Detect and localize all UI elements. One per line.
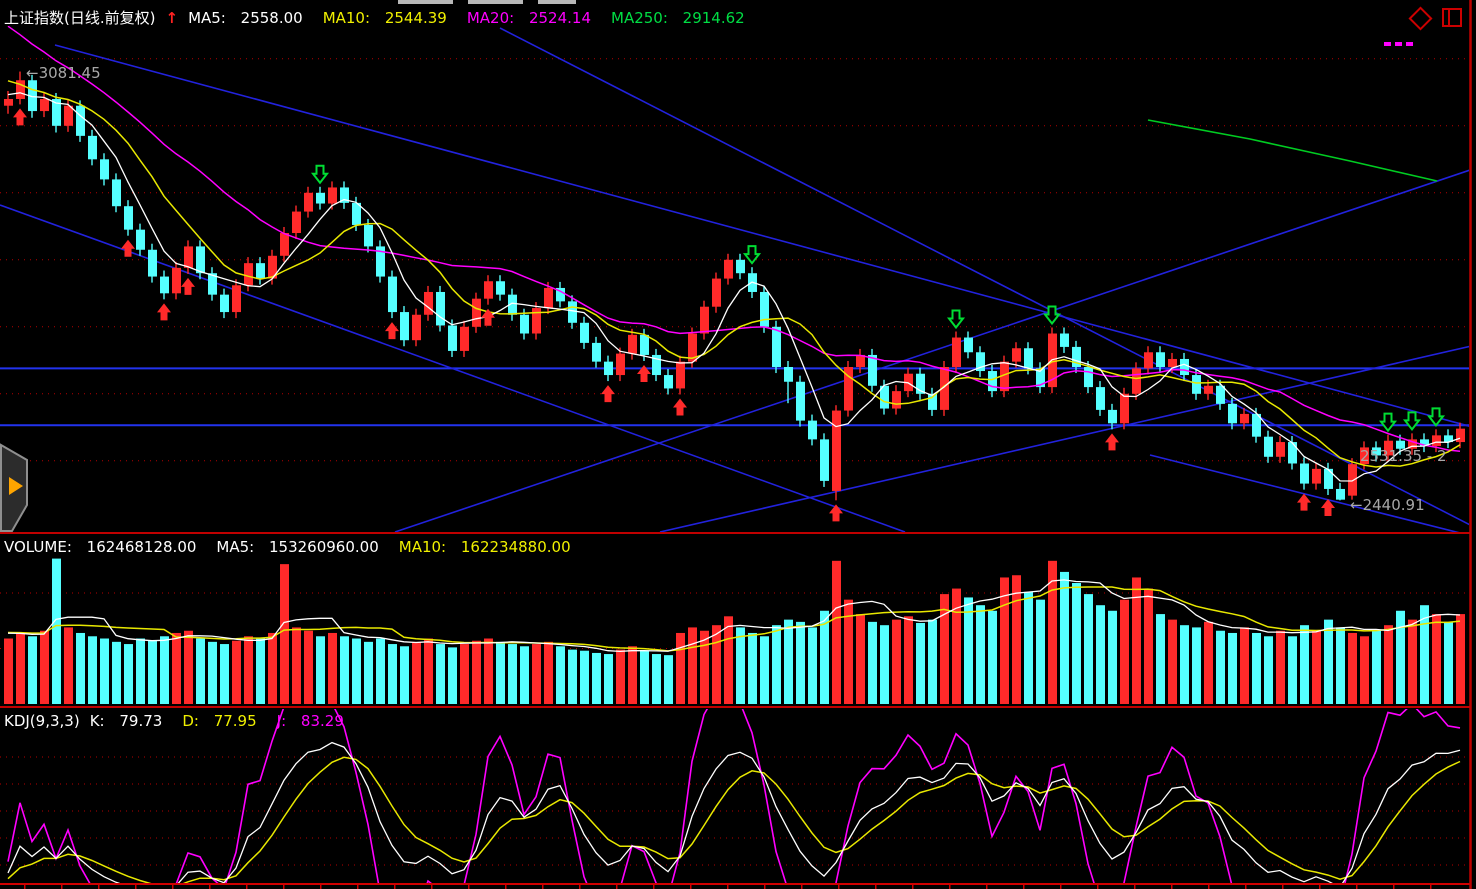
- ma5-legend: MA5: 2558.00: [188, 9, 313, 27]
- ma250-legend: MA250: 2914.62: [611, 9, 755, 27]
- chart-window: 上证指数(日线.前复权) ↑ MA5: 2558.00 MA10: 2544.39 MA…: [0, 0, 1476, 889]
- window-controls: [1398, 4, 1468, 38]
- trend-up-icon: ↑: [165, 9, 178, 27]
- kdj-pane[interactable]: [0, 709, 1470, 884]
- ma20-legend: MA20: 2524.14: [467, 9, 601, 27]
- kdj-name: KDJ(9,3,3): [4, 712, 80, 730]
- kdj-header: KDJ(9,3,3) K: 79.73 D: 77.95 J: 83.29: [4, 712, 364, 730]
- dots-icon: [1384, 31, 1417, 50]
- diamond-icon[interactable]: [1408, 6, 1432, 30]
- volume-pane[interactable]: [0, 535, 1470, 705]
- volume-header: VOLUME: 162468128.00 MA5: 153260960.00 MA1…: [4, 538, 591, 556]
- volume-ma5: MA5: 153260960.00: [216, 538, 388, 556]
- volume-ma10: MA10: 162234880.00: [399, 538, 581, 556]
- kdj-k: K: 79.73: [90, 712, 173, 730]
- ma10-legend: MA10: 2544.39: [323, 9, 457, 27]
- volume-value: VOLUME: 162468128.00: [4, 538, 206, 556]
- range-price-label: 2531.35 - 2: [1360, 447, 1447, 465]
- low-price-label: ←2440.91: [1350, 496, 1425, 514]
- kdj-j: J: 83.29: [277, 712, 354, 730]
- kdj-d: D: 77.95: [182, 712, 266, 730]
- panes-icon[interactable]: [1442, 8, 1462, 27]
- high-price-label: ←3081.45: [26, 64, 101, 82]
- main-chart-header: 上证指数(日线.前复权) ↑ MA5: 2558.00 MA10: 2544.39 MA…: [4, 7, 765, 28]
- main-chart-pane[interactable]: [0, 26, 1470, 531]
- expand-left-panel-tab[interactable]: [0, 443, 34, 535]
- symbol-title: 上证指数(日线.前复权): [4, 9, 155, 27]
